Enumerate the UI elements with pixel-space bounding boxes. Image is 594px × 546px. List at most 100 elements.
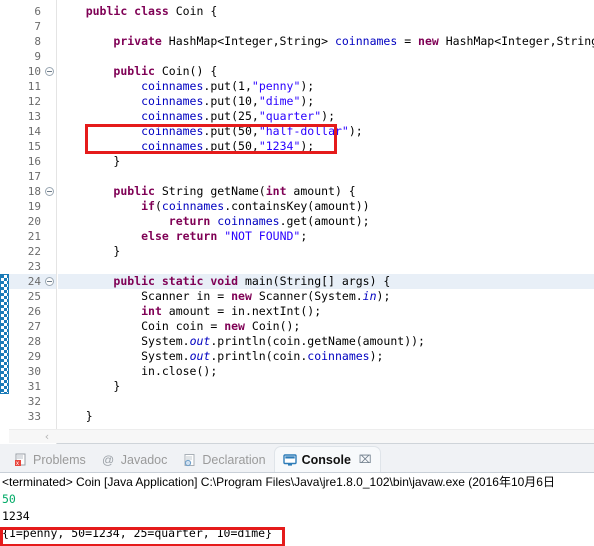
line-number: 6 [9, 4, 56, 19]
code-line[interactable]: Scanner in = new Scanner(System.in); [58, 289, 594, 304]
code-token: coinnames [141, 139, 204, 153]
code-token: "1234" [258, 139, 301, 153]
view-tab-bar[interactable]: x Problems @ Javadoc Declaration Console ⌧ [0, 444, 594, 472]
code-token: .put( [203, 139, 239, 153]
code-token: new [418, 34, 446, 48]
code-token: String getName( [161, 184, 266, 198]
code-token: Coin() { [161, 64, 218, 78]
line-number: 17 [9, 169, 56, 184]
code-token: .put( [203, 94, 239, 108]
line-number: 10 [9, 64, 56, 79]
code-line[interactable]: } [58, 244, 594, 259]
code-line[interactable]: Coin coin = new Coin(); [58, 319, 594, 334]
line-number-gutter[interactable]: 6 7 8 9 10 11 12 13 14 15 16 17 18 19 20 21 22 23 24 25 26 27… [9, 0, 57, 444]
code-line[interactable]: coinnames.put(25,"quarter"); [58, 109, 594, 124]
line-number: 27 [9, 319, 56, 334]
declaration-icon [183, 453, 197, 467]
line-number-label: 30 [27, 365, 41, 378]
code-line[interactable]: } [58, 154, 594, 169]
line-number-label: 25 [27, 290, 41, 303]
code-token: System. [141, 334, 190, 348]
code-line[interactable]: public String getName(int amount) { [58, 184, 594, 199]
code-token: int [141, 304, 169, 318]
code-token: if [141, 199, 155, 213]
code-token: 50 [238, 124, 252, 138]
code-line[interactable]: public Coin() { [58, 64, 594, 79]
line-number-label: 10 [27, 65, 41, 78]
code-token: , [251, 124, 259, 138]
code-token: .println(coin.getName(amount)); [210, 334, 425, 348]
fold-collapse-icon[interactable] [45, 67, 54, 76]
code-token: coinnames [217, 214, 280, 228]
occurrence-annotation-marker[interactable] [0, 274, 9, 394]
code-line[interactable]: System.out.println(coin.coinnames); [58, 349, 594, 364]
svg-text:@: @ [102, 453, 114, 467]
code-line[interactable]: System.out.println(coin.getName(amount))… [58, 334, 594, 349]
tab-console[interactable]: Console ⌧ [273, 446, 381, 472]
java-editor[interactable]: 6 7 8 9 10 11 12 13 14 15 16 17 18 19 20 21 22 23 24 25 26 27… [0, 0, 594, 444]
close-icon[interactable]: ⌧ [359, 453, 372, 466]
line-number: 30 [9, 364, 56, 379]
line-number-label: 6 [34, 5, 41, 18]
code-line[interactable] [58, 259, 594, 274]
code-text-area[interactable]: public class Coin { private HashMap<Inte… [58, 0, 594, 430]
code-token: 50 [238, 139, 252, 153]
code-line[interactable]: public static void main(String[] args) { [58, 274, 594, 289]
scroll-left-arrow-icon[interactable]: ‹ [39, 430, 55, 444]
code-line[interactable]: if(coinnames.containsKey(amount)) [58, 199, 594, 214]
code-token: else return [141, 229, 225, 243]
line-number: 28 [9, 334, 56, 349]
tab-label: Declaration [202, 453, 266, 467]
code-line[interactable] [58, 394, 594, 409]
code-token: } [113, 154, 121, 168]
code-line[interactable]: coinnames.put(1,"penny"); [58, 79, 594, 94]
code-line[interactable]: coinnames.put(10,"dime"); [58, 94, 594, 109]
code-token: Scanner in = [141, 289, 232, 303]
line-number: 32 [9, 394, 56, 409]
tab-label: Problems [33, 453, 86, 467]
tab-javadoc[interactable]: @ Javadoc [94, 448, 176, 472]
code-line[interactable] [58, 19, 594, 34]
code-line[interactable]: in.close(); [58, 364, 594, 379]
code-token: out [189, 349, 211, 363]
code-line[interactable]: } [58, 409, 594, 424]
code-token: coinnames [141, 124, 204, 138]
console-view[interactable]: <terminated> Coin [Java Application] C:\… [0, 472, 594, 546]
code-line[interactable]: else return "NOT FOUND"; [58, 229, 594, 244]
code-token: out [189, 334, 211, 348]
code-line[interactable]: int amount = in.nextInt(); [58, 304, 594, 319]
code-line[interactable]: private HashMap<Integer,String> coinname… [58, 34, 594, 49]
code-line[interactable]: public class Coin { [58, 4, 594, 19]
code-token: int [265, 184, 294, 198]
code-token: ); [376, 289, 391, 303]
fold-collapse-icon[interactable] [45, 277, 54, 286]
line-number-label: 20 [27, 215, 41, 228]
code-line[interactable]: return coinnames.get(amount); [58, 214, 594, 229]
code-token: 10 [238, 94, 252, 108]
code-line[interactable]: coinnames.put(50,"1234"); [58, 139, 594, 154]
fold-collapse-icon[interactable] [45, 187, 54, 196]
tab-problems[interactable]: x Problems [6, 448, 94, 472]
tab-declaration[interactable]: Declaration [175, 448, 273, 472]
code-line[interactable] [58, 169, 594, 184]
console-output-line: 50 [2, 492, 16, 506]
line-number-label: 13 [27, 110, 41, 123]
code-token: coinnames [307, 349, 370, 363]
code-token: return [168, 214, 218, 228]
editor-horizontal-scrollbar[interactable]: ‹ [9, 429, 594, 443]
code-line[interactable]: coinnames.put(50,"half-dollar"); [58, 124, 594, 139]
code-line[interactable] [58, 49, 594, 64]
line-number-label: 11 [27, 80, 41, 93]
console-icon [282, 453, 297, 467]
line-number-label: 33 [27, 410, 41, 423]
code-token: amount) { [293, 184, 356, 198]
line-number: 7 [9, 19, 56, 34]
code-line[interactable]: } [58, 379, 594, 394]
line-number: 20 [9, 214, 56, 229]
code-token: coinnames [334, 34, 398, 48]
